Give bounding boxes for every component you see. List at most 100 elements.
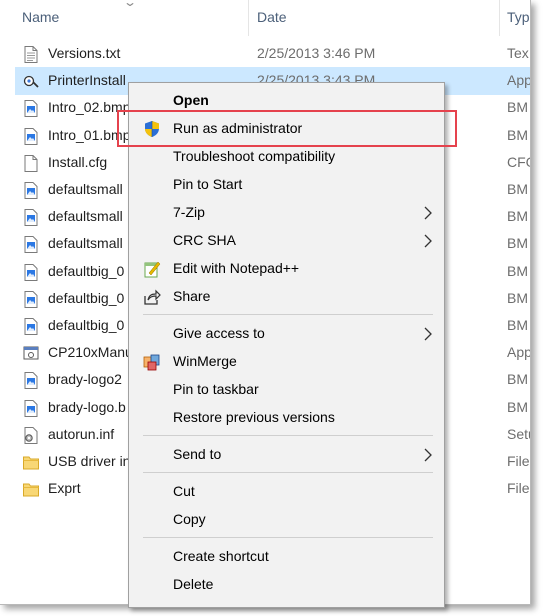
image-file-icon xyxy=(23,236,39,254)
file-type: BM xyxy=(507,99,528,116)
menu-item-label: Delete xyxy=(173,576,214,592)
menu-separator xyxy=(143,537,433,538)
menu-item-label: Cut xyxy=(173,483,195,499)
menu-item-label: Share xyxy=(173,288,211,304)
menu-item-label: Send to xyxy=(173,446,222,462)
file-name: defaultbig_0 xyxy=(48,317,125,333)
column-header-name[interactable]: Name xyxy=(22,9,59,25)
menu-item-label: Troubleshoot compatibility xyxy=(173,148,336,164)
sort-caret-icon[interactable]: ⌄ xyxy=(123,0,137,9)
file-name: Exprt xyxy=(48,480,81,497)
file-type: BM xyxy=(507,371,528,388)
menu-item-label: Give access to xyxy=(173,325,265,341)
menu-item-7zip[interactable]: 7-Zip xyxy=(129,199,444,227)
file-name: CP210xManu xyxy=(48,344,133,361)
file-type: CFG xyxy=(507,153,530,170)
file-name: Install.cfg xyxy=(48,153,108,170)
settings-file-icon xyxy=(23,426,39,444)
submenu-arrow-icon xyxy=(424,234,432,248)
image-file-icon xyxy=(23,263,39,281)
file-type: BM xyxy=(507,208,528,225)
menu-item-label: Open xyxy=(173,92,209,108)
file-name: defaultsmall xyxy=(48,181,123,197)
file-type: BM xyxy=(507,126,528,143)
image-file-icon xyxy=(23,399,39,417)
menu-item-send-to[interactable]: Send to xyxy=(129,441,444,469)
generic-file-icon xyxy=(23,154,39,172)
submenu-arrow-icon xyxy=(424,206,432,220)
file-name: defaultbig_0 xyxy=(48,262,125,279)
file-type: BM xyxy=(507,181,528,197)
context-menu: Open Run as administrator Troubleshoot c… xyxy=(128,82,445,608)
menu-item-share[interactable]: Share xyxy=(129,283,444,311)
file-type: Tex xyxy=(507,45,529,61)
file-type: App xyxy=(507,72,531,89)
menu-item-label: 7-Zip xyxy=(173,204,205,220)
menu-item-delete[interactable]: Delete xyxy=(129,571,444,599)
menu-item-label: Pin to taskbar xyxy=(173,381,259,397)
image-file-icon xyxy=(23,290,39,308)
menu-item-label: WinMerge xyxy=(173,353,237,369)
file-type: BM xyxy=(507,317,528,333)
file-date: 2/25/2013 3:46 PM xyxy=(257,45,376,61)
column-header-date[interactable]: Date xyxy=(257,9,287,25)
image-file-icon xyxy=(23,127,39,145)
menu-item-label: Edit with Notepad++ xyxy=(173,260,300,276)
file-name: brady-logo.b xyxy=(48,398,126,415)
menu-item-winmerge[interactable]: WinMerge xyxy=(129,348,444,376)
menu-item-pin-to-taskbar[interactable]: Pin to taskbar xyxy=(129,376,444,404)
image-file-icon xyxy=(23,318,39,335)
winmerge-icon xyxy=(143,354,160,371)
menu-item-copy[interactable]: Copy xyxy=(129,506,444,534)
menu-item-edit-with-notepad[interactable]: Edit with Notepad++ xyxy=(129,255,444,283)
image-file-icon xyxy=(23,372,39,390)
folder-icon xyxy=(23,454,39,471)
file-name: defaultsmall xyxy=(48,208,123,225)
file-name: defaultbig_0 xyxy=(48,289,125,306)
file-name: defaultsmall xyxy=(48,235,123,252)
file-row[interactable]: Versions.txt 2/25/2013 3:46 PM Tex xyxy=(15,40,530,68)
text-file-icon xyxy=(23,46,39,63)
application-icon xyxy=(23,345,39,362)
column-header: ⌄ Name Date Typ xyxy=(0,0,530,36)
menu-item-restore-previous-versions[interactable]: Restore previous versions xyxy=(129,404,444,432)
file-name: Versions.txt xyxy=(48,45,121,61)
share-icon xyxy=(144,289,161,305)
menu-item-create-shortcut[interactable]: Create shortcut xyxy=(129,543,444,571)
folder-icon xyxy=(23,481,39,498)
column-divider[interactable] xyxy=(248,0,249,36)
menu-item-label: Pin to Start xyxy=(173,176,243,192)
menu-item-label: Create shortcut xyxy=(173,548,269,564)
menu-separator xyxy=(143,314,433,315)
notepad-plus-plus-icon xyxy=(144,261,161,278)
menu-item-label: Copy xyxy=(173,511,206,527)
file-name: USB driver in xyxy=(48,453,131,469)
file-type: BM xyxy=(507,235,528,252)
file-type: File xyxy=(507,453,530,469)
file-type: BM xyxy=(507,289,528,306)
menu-item-pin-to-start[interactable]: Pin to Start xyxy=(129,171,444,199)
submenu-arrow-icon xyxy=(424,448,432,462)
file-type: BM xyxy=(507,398,528,415)
file-type: App xyxy=(507,344,531,361)
menu-separator xyxy=(143,472,433,473)
menu-item-label: Restore previous versions xyxy=(173,409,335,425)
file-name: PrinterInstall xyxy=(48,72,126,89)
menu-item-give-access-to[interactable]: Give access to xyxy=(129,320,444,348)
image-file-icon xyxy=(23,100,39,118)
menu-item-troubleshoot-compatibility[interactable]: Troubleshoot compatibility xyxy=(129,143,444,171)
file-type: File xyxy=(507,480,530,497)
menu-item-crc-sha[interactable]: CRC SHA xyxy=(129,227,444,255)
image-file-icon xyxy=(23,182,39,199)
submenu-arrow-icon xyxy=(424,327,432,341)
column-header-type[interactable]: Typ xyxy=(507,9,530,25)
file-type: BM xyxy=(507,262,528,279)
installer-icon xyxy=(23,73,39,90)
column-divider[interactable] xyxy=(499,0,500,36)
file-name: brady-logo2 xyxy=(48,371,122,388)
menu-item-cut[interactable]: Cut xyxy=(129,478,444,506)
file-name: autorun.inf xyxy=(48,425,115,442)
image-file-icon xyxy=(23,209,39,227)
menu-item-label: CRC SHA xyxy=(173,232,237,248)
menu-separator xyxy=(143,435,433,436)
